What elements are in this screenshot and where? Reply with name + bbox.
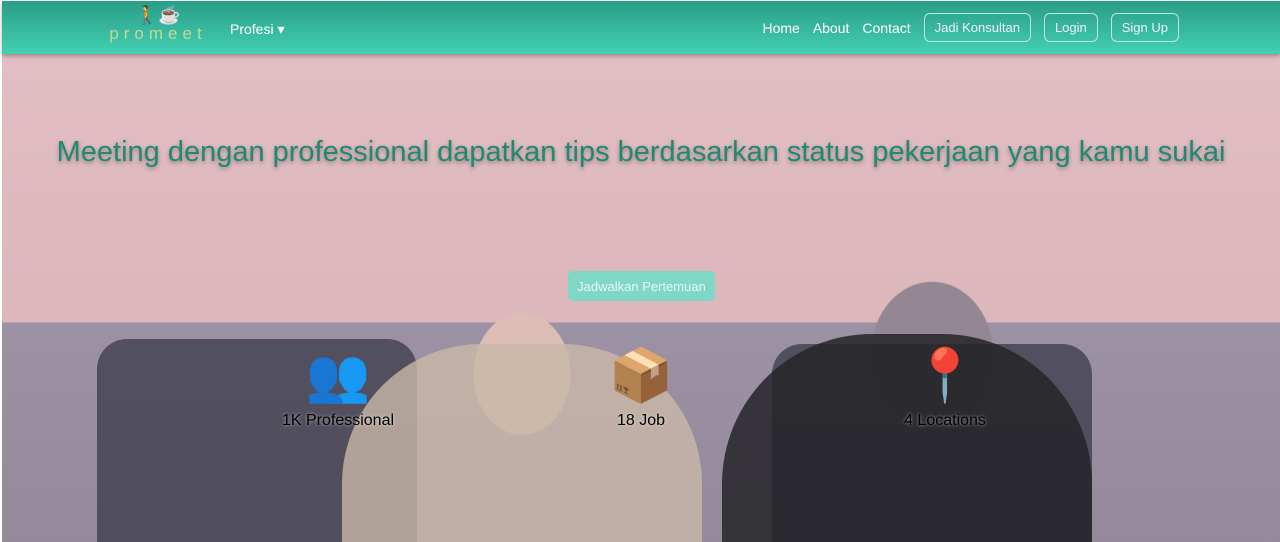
profesi-label: Profesi xyxy=(230,21,274,37)
caret-down-icon: ▾ xyxy=(277,21,285,37)
jadi-konsultan-button[interactable]: Jadi Konsultan xyxy=(923,13,1031,42)
nav-about[interactable]: About xyxy=(813,20,850,36)
walker-cup-icon: 🚶☕ xyxy=(135,5,181,25)
brand-logo[interactable]: 🚶☕ promeet xyxy=(108,5,208,43)
hero-headline: Meeting dengan professional dapatkan tip… xyxy=(56,136,1226,168)
stat-label: 4 Locations xyxy=(904,412,986,429)
signup-button[interactable]: Sign Up xyxy=(1110,13,1179,42)
stat-label: 18 Job xyxy=(616,412,666,429)
login-button[interactable]: Login xyxy=(1043,13,1098,42)
stat-label: 1K Professional xyxy=(281,412,395,429)
navbar: 🚶☕ promeet Profesi ▾ Home About Contact … xyxy=(2,1,1280,54)
nav-contact[interactable]: Contact xyxy=(862,20,910,36)
hero-section: Meeting dengan professional dapatkan tip… xyxy=(2,54,1280,542)
people-icon: 👥 xyxy=(305,347,371,405)
map-pin-icon: 📍 xyxy=(912,347,978,405)
brand-name: promeet xyxy=(109,24,207,43)
stat-job: 📦 18 Job xyxy=(561,342,721,430)
package-hand-icon: 📦 xyxy=(608,347,674,405)
profesi-dropdown[interactable]: Profesi ▾ xyxy=(230,21,285,38)
jadwalkan-pertemuan-button[interactable]: Jadwalkan Pertemuan xyxy=(568,271,715,301)
stat-locations: 📍 4 Locations xyxy=(865,342,1025,430)
nav-home[interactable]: Home xyxy=(762,20,799,36)
stat-professional: 👥 1K Professional xyxy=(258,342,418,430)
